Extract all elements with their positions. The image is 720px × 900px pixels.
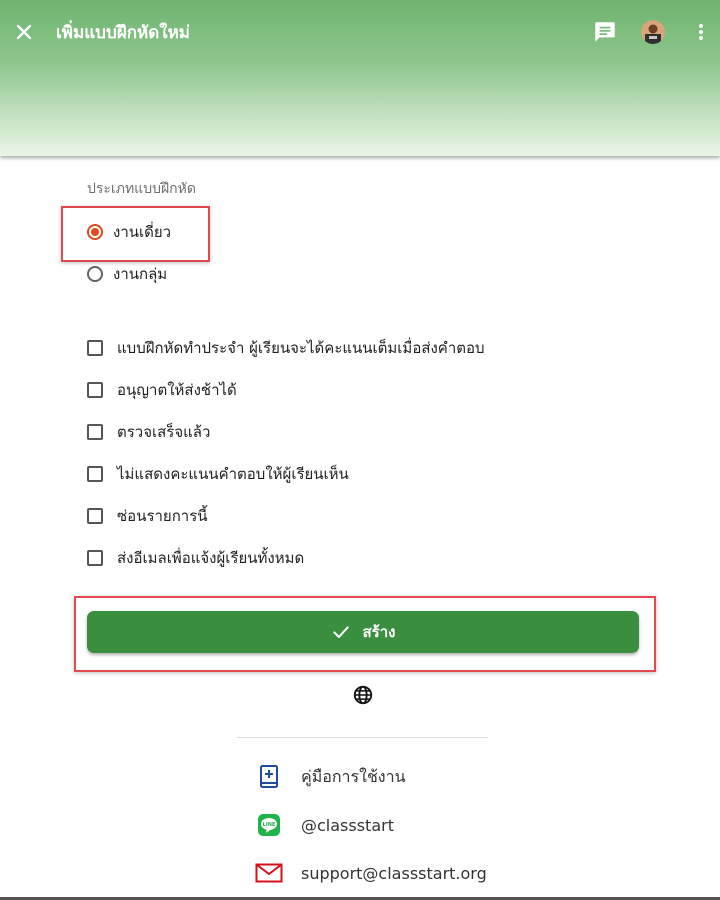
checkbox-label: ส่งอีเมลเพื่อแจ้งผู้เรียนทั้งหมด [117,549,305,567]
radio-label: งานเดี่ยว [113,223,172,241]
close-icon[interactable] [12,20,36,44]
footer-link-label: support@classstart.org [301,863,487,883]
create-button-label: สร้าง [362,623,396,641]
radio-group[interactable]: งานกลุ่ม [87,263,167,285]
checkbox-icon[interactable] [87,340,103,356]
footer-link-label: @classstart [301,815,394,835]
checkbox-email-students[interactable]: ส่งอีเมลเพื่อแจ้งผู้เรียนทั้งหมด [87,547,304,569]
checkbox-label: ตรวจเสร็จแล้ว [117,423,211,441]
radio-individual[interactable]: งานเดี่ยว [87,221,171,243]
checkbox-allow-late[interactable]: อนุญาตให้ส่งช้าได้ [87,379,237,401]
footer-link-line[interactable]: LINE @classstart [255,812,394,838]
footer-link-label: คู่มือการใช้งาน [301,766,406,786]
checkbox-label: ไม่แสดงคะแนนคำตอบให้ผู้เรียนเห็น [117,465,349,483]
app-header: เพิ่มแบบฝึกหัดใหม่ [0,0,720,156]
chat-icon[interactable] [592,19,618,45]
checkbox-label: อนุญาตให้ส่งช้าได้ [117,381,237,399]
svg-text:LINE: LINE [263,822,276,828]
footer-link-email[interactable]: support@classstart.org [255,860,487,886]
avatar[interactable] [641,20,665,44]
checkbox-icon[interactable] [87,508,103,524]
radio-unselected-icon[interactable] [87,266,103,282]
line-icon: LINE [255,812,283,838]
globe-icon[interactable] [352,684,374,706]
checkbox-graded[interactable]: ตรวจเสร็จแล้ว [87,421,210,443]
checkbox-icon[interactable] [87,550,103,566]
checkbox-hide-item[interactable]: ซ่อนรายการนี้ [87,505,208,527]
manual-book-icon [255,764,283,790]
footer-divider [237,737,488,738]
footer-link-manual[interactable]: คู่มือการใช้งาน [255,764,406,790]
radio-selected-icon[interactable] [87,224,103,240]
checkbox-label: ซ่อนรายการนี้ [117,507,208,525]
mail-icon [255,860,283,886]
radio-label: งานกลุ่ม [113,265,168,283]
checkbox-icon[interactable] [87,424,103,440]
checkbox-routine[interactable]: แบบฝึกหัดทำประจำ ผู้เรียนจะได้คะแนนเต็มเ… [87,337,485,359]
checkbox-hide-scores[interactable]: ไม่แสดงคะแนนคำตอบให้ผู้เรียนเห็น [87,463,349,485]
more-vert-icon[interactable] [690,20,712,44]
create-button[interactable]: สร้าง [87,611,639,653]
checkbox-icon[interactable] [87,382,103,398]
exercise-type-label: ประเภทแบบฝึกหัด [87,181,196,197]
checkbox-label: แบบฝึกหัดทำประจำ ผู้เรียนจะได้คะแนนเต็มเ… [117,339,485,357]
checkbox-icon[interactable] [87,466,103,482]
check-icon [332,626,349,638]
page-title: เพิ่มแบบฝึกหัดใหม่ [56,23,190,43]
